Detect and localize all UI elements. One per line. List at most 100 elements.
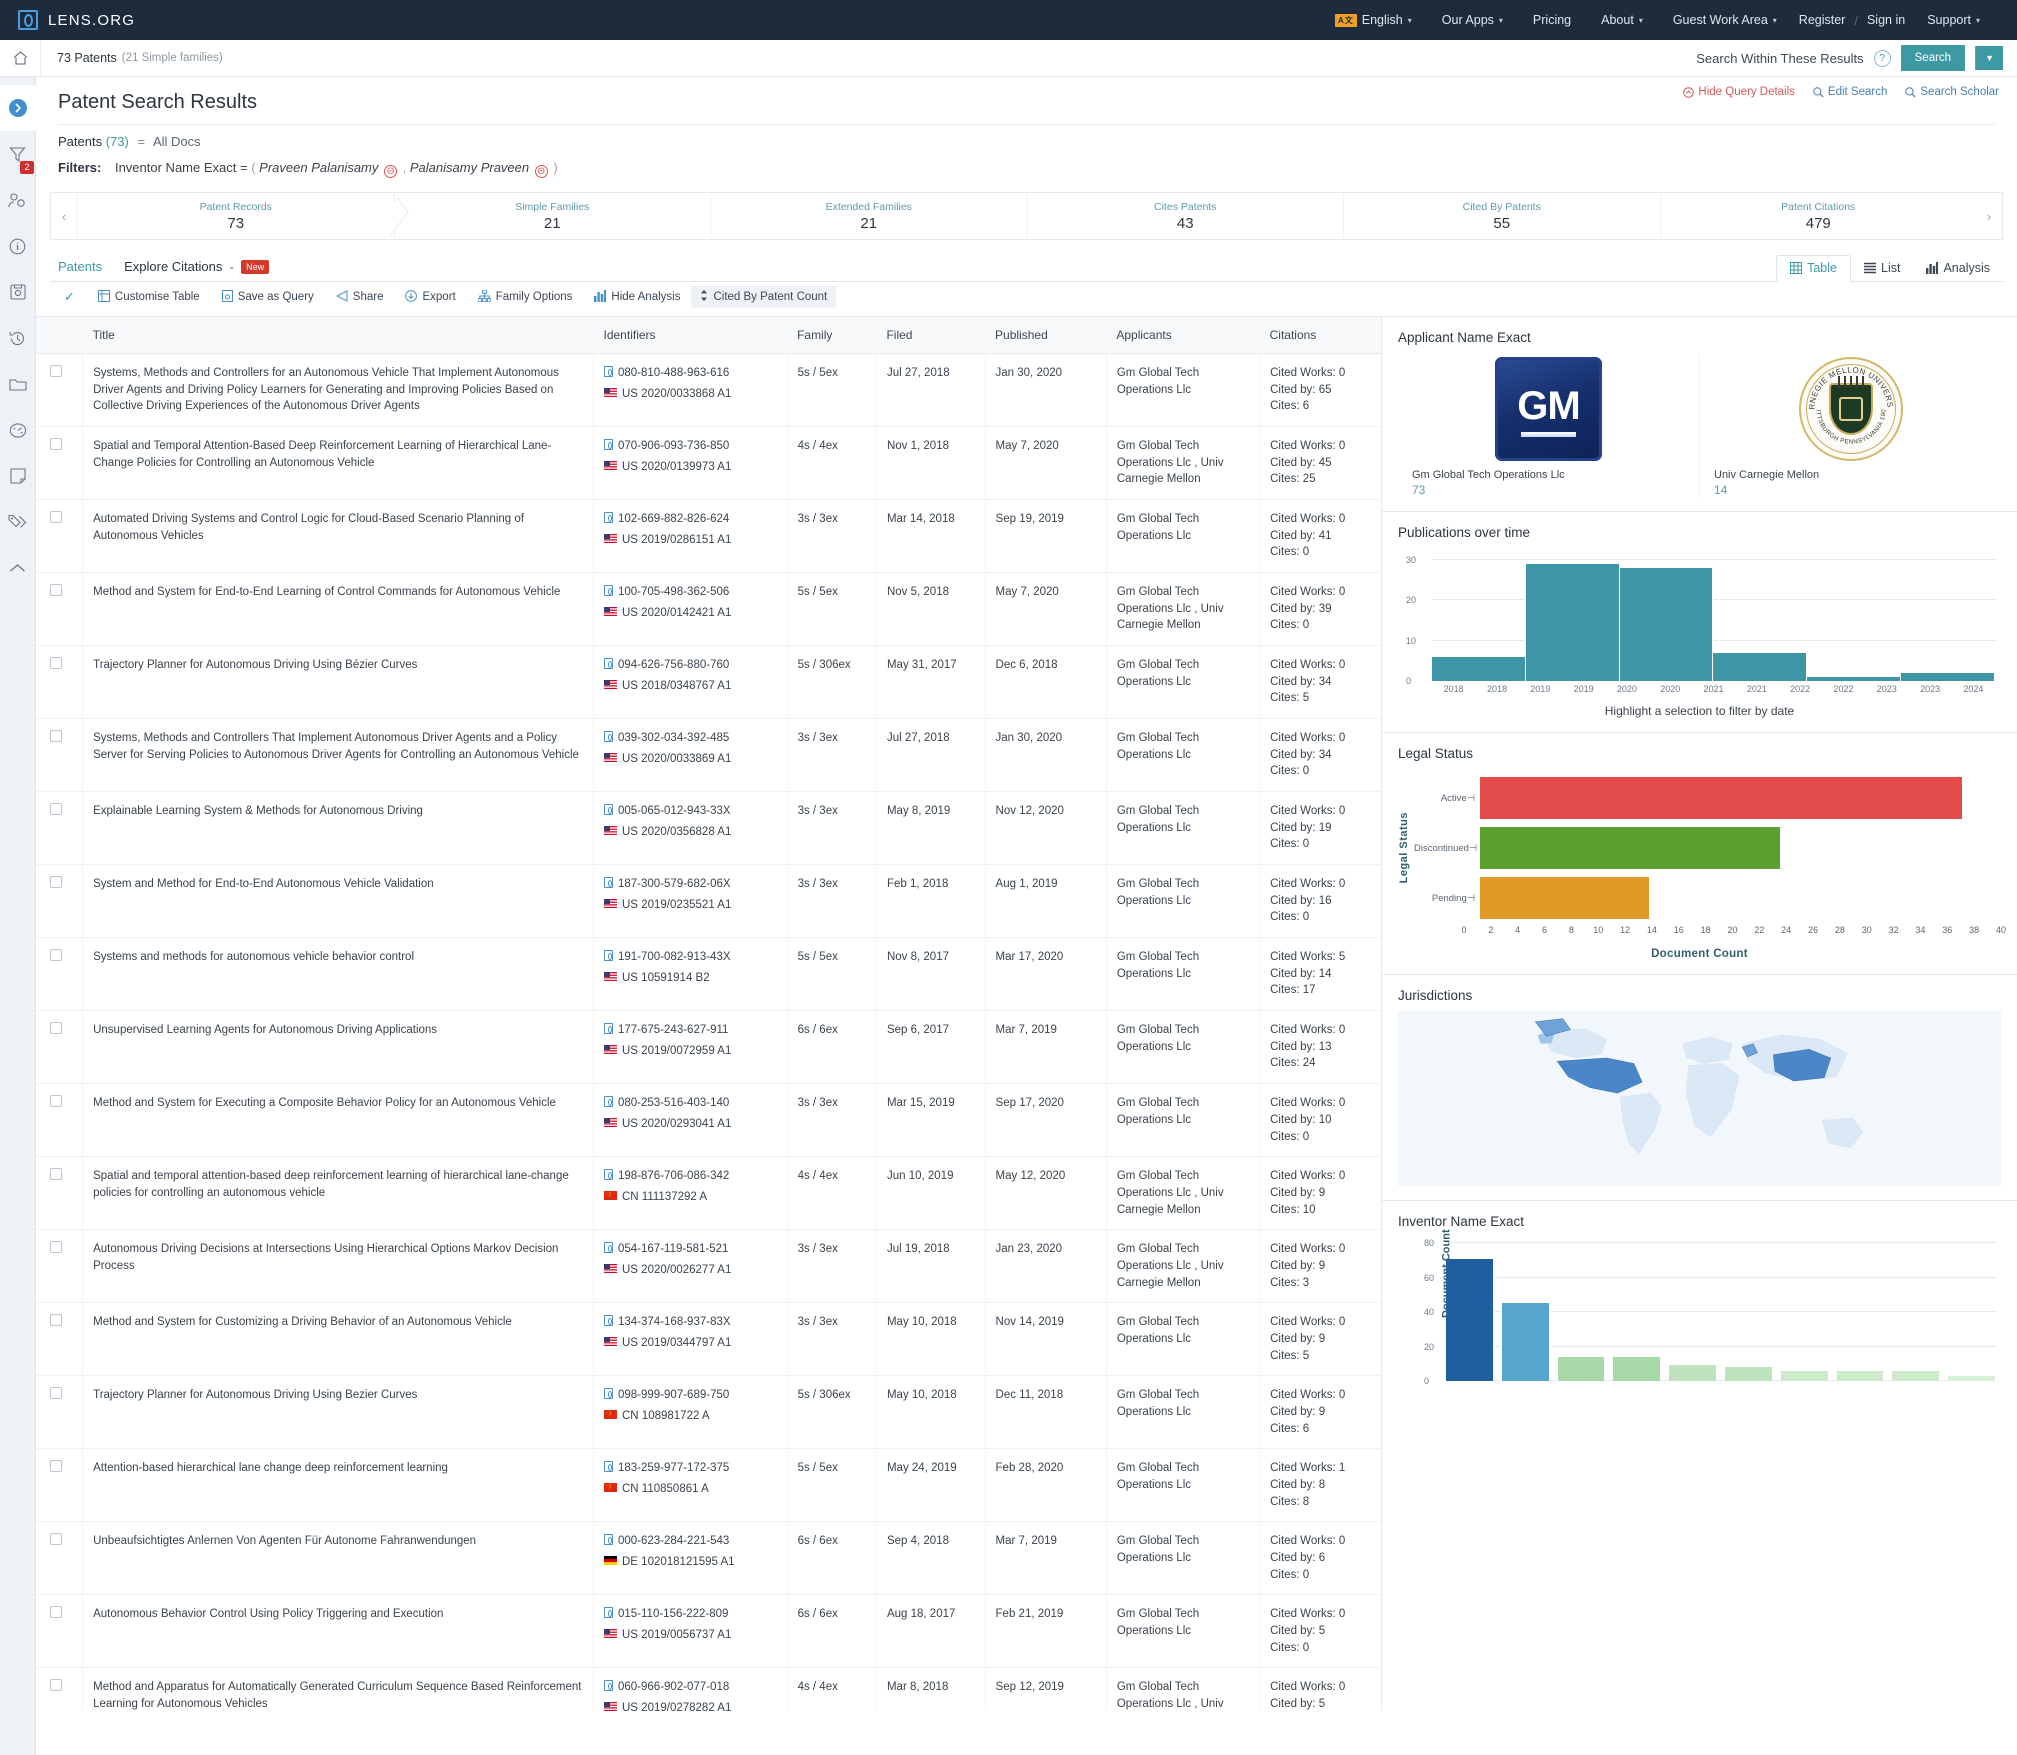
publication-number-line[interactable]: US 2019/0286151 A1 <box>604 532 777 549</box>
inventor-bar-chart[interactable]: Document Count020406080 <box>1424 1229 1995 1386</box>
applicant-entry-gm[interactable]: GM Gm Global Tech Operations Llc 73 <box>1398 353 1699 497</box>
lens-id-line[interactable]: 080-810-488-963-616 <box>604 365 777 382</box>
inventor-bar[interactable] <box>1613 1356 1661 1381</box>
stat-extended-families[interactable]: Extended Families 21 <box>710 193 1027 239</box>
home-icon[interactable] <box>0 51 40 65</box>
histogram-bar[interactable] <box>1807 676 1902 681</box>
patent-title-link[interactable]: Trajectory Planner for Autonomous Drivin… <box>93 659 417 671</box>
th-identifiers[interactable]: Identifiers <box>593 317 788 354</box>
hide-analysis-button[interactable]: Hide Analysis <box>583 289 691 305</box>
row-select-cell[interactable] <box>36 645 83 720</box>
collapse-icon[interactable] <box>0 545 36 591</box>
lens-id-line[interactable]: 198-876-706-086-342 <box>604 1168 777 1185</box>
row-title-cell[interactable]: Systems, Methods and Controllers for an … <box>82 353 594 428</box>
inventor-bar[interactable] <box>1724 1367 1772 1381</box>
row-checkbox[interactable] <box>50 730 62 743</box>
row-checkbox[interactable] <box>50 365 62 377</box>
table-row[interactable]: Systems and methods for autonomous vehic… <box>36 937 1381 1012</box>
table-row[interactable]: Method and System for End-to-End Learnin… <box>36 572 1381 647</box>
row-select-cell[interactable] <box>36 1448 83 1523</box>
row-select-cell[interactable] <box>36 426 83 501</box>
table-row[interactable]: Attention-based hierarchical lane change… <box>36 1448 1381 1523</box>
row-title-cell[interactable]: Explainable Learning System & Methods fo… <box>82 791 594 866</box>
nav-support[interactable]: Support ▾ <box>1912 13 1995 27</box>
table-row[interactable]: Method and System for Customizing a Driv… <box>36 1302 1381 1377</box>
table-row[interactable]: Spatial and temporal attention-based dee… <box>36 1156 1381 1231</box>
nav-pricing[interactable]: Pricing <box>1518 13 1586 27</box>
lens-id-line[interactable]: 070-906-093-736-850 <box>604 438 777 455</box>
table-row[interactable]: Method and System for Executing a Compos… <box>36 1083 1381 1158</box>
search-button[interactable]: Search <box>1900 45 1966 71</box>
lens-id-line[interactable]: 100-705-498-362-506 <box>604 584 777 601</box>
patent-title-link[interactable]: Method and System for Customizing a Driv… <box>93 1316 512 1328</box>
publication-number-line[interactable]: US 2018/0348767 A1 <box>604 678 777 695</box>
table-row[interactable]: Systems, Methods and Controllers That Im… <box>36 718 1381 793</box>
row-title-cell[interactable]: Method and System for Executing a Compos… <box>82 1083 594 1158</box>
patent-title-link[interactable]: Method and Apparatus for Automatically G… <box>93 1681 581 1710</box>
row-select-cell[interactable] <box>36 1229 83 1304</box>
nav-register[interactable]: Register <box>1792 13 1853 27</box>
select-all-checkbox[interactable]: ✓ <box>50 289 87 305</box>
legal-status-row[interactable]: Pending⊣ <box>1414 873 2001 923</box>
patent-title-link[interactable]: Unsupervised Learning Agents for Autonom… <box>93 1024 437 1036</box>
legal-status-bar[interactable] <box>1480 777 1962 819</box>
lens-id-line[interactable]: 177-675-243-627-911 <box>604 1022 777 1039</box>
customise-table-button[interactable]: Customise Table <box>87 289 211 305</box>
applicant-entry-cmu[interactable]: CARNEGIE MELLON UNIVERSITY PITTSBURGH PE… <box>1699 353 2001 497</box>
row-select-cell[interactable] <box>36 572 83 647</box>
stat-cites-patents[interactable]: Cites Patents 43 <box>1026 193 1344 239</box>
publication-number-line[interactable]: US 2020/0356828 A1 <box>604 824 777 841</box>
table-row[interactable]: Explainable Learning System & Methods fo… <box>36 791 1381 866</box>
lens-id-line[interactable]: 098-999-907-689-750 <box>604 1387 777 1404</box>
histogram-bar[interactable] <box>1619 568 1714 681</box>
inventor-bar[interactable] <box>1948 1375 1995 1381</box>
row-checkbox[interactable] <box>50 511 62 524</box>
publication-number-line[interactable]: US 2020/0033868 A1 <box>604 386 777 403</box>
dashboard-icon[interactable] <box>0 407 36 453</box>
row-select-cell[interactable] <box>36 1594 83 1669</box>
tab-patents[interactable]: Patents <box>50 259 116 281</box>
stat-patent-records[interactable]: Patent Records 73 <box>77 193 394 239</box>
row-title-cell[interactable]: Attention-based hierarchical lane change… <box>82 1448 594 1523</box>
row-select-cell[interactable] <box>36 499 83 574</box>
row-select-cell[interactable] <box>36 791 83 866</box>
row-checkbox[interactable] <box>50 1022 62 1035</box>
row-title-cell[interactable]: Autonomous Behavior Control Using Policy… <box>82 1594 594 1669</box>
inventor-bar[interactable] <box>1446 1258 1493 1381</box>
inventor-bar[interactable] <box>1892 1370 1940 1381</box>
legal-status-row[interactable]: Active⊣ <box>1414 773 2001 823</box>
publication-number-line[interactable]: US 2019/0344797 A1 <box>604 1335 777 1352</box>
nav-language[interactable]: A文 English ▾ <box>1320 13 1427 27</box>
row-select-cell[interactable] <box>36 1010 83 1085</box>
nav-our-apps[interactable]: Our Apps ▾ <box>1427 13 1518 27</box>
row-select-cell[interactable] <box>36 1302 83 1377</box>
hide-query-details-link[interactable]: Hide Query Details <box>1683 86 1795 98</box>
publication-number-line[interactable]: CN 111137292 A <box>604 1189 777 1206</box>
row-select-cell[interactable] <box>36 1083 83 1158</box>
histogram-bar[interactable] <box>1901 672 1995 681</box>
row-checkbox[interactable] <box>50 1533 62 1546</box>
patent-title-link[interactable]: Unbeaufsichtigtes Anlernen Von Agenten F… <box>93 1535 476 1547</box>
tab-explore-citations[interactable]: Explore Citations ⌄ New <box>116 259 283 281</box>
filter-value-1[interactable]: Praveen Palanisamy <box>259 160 378 175</box>
stats-next-button[interactable]: › <box>1976 193 2002 239</box>
publication-number-line[interactable]: US 2020/0026277 A1 <box>604 1262 777 1279</box>
share-button[interactable]: Share <box>325 289 395 305</box>
row-title-cell[interactable]: Method and Apparatus for Automatically G… <box>82 1667 594 1711</box>
publication-number-line[interactable]: US 2019/0056737 A1 <box>604 1627 777 1644</box>
table-row[interactable]: Autonomous Driving Decisions at Intersec… <box>36 1229 1381 1304</box>
patent-title-link[interactable]: Autonomous Driving Decisions at Intersec… <box>93 1243 558 1272</box>
row-select-cell[interactable] <box>36 937 83 1012</box>
stats-prev-button[interactable]: ‹ <box>51 193 77 239</box>
applicant-count[interactable]: 73 <box>1412 483 1425 497</box>
row-checkbox[interactable] <box>50 1679 62 1692</box>
table-row[interactable]: Autonomous Behavior Control Using Policy… <box>36 1594 1381 1669</box>
patent-title-link[interactable]: Systems, Methods and Controllers for an … <box>93 367 559 412</box>
row-checkbox[interactable] <box>50 1095 62 1108</box>
patent-title-link[interactable]: Automated Driving Systems and Control Lo… <box>93 513 524 542</box>
sort-selector[interactable]: Cited By Patent Count <box>691 286 837 308</box>
histogram-bar[interactable] <box>1432 656 1526 681</box>
th-filed[interactable]: Filed <box>876 317 986 354</box>
row-checkbox[interactable] <box>50 1387 62 1400</box>
lens-id-line[interactable]: 054-167-119-581-521 <box>604 1241 777 1258</box>
